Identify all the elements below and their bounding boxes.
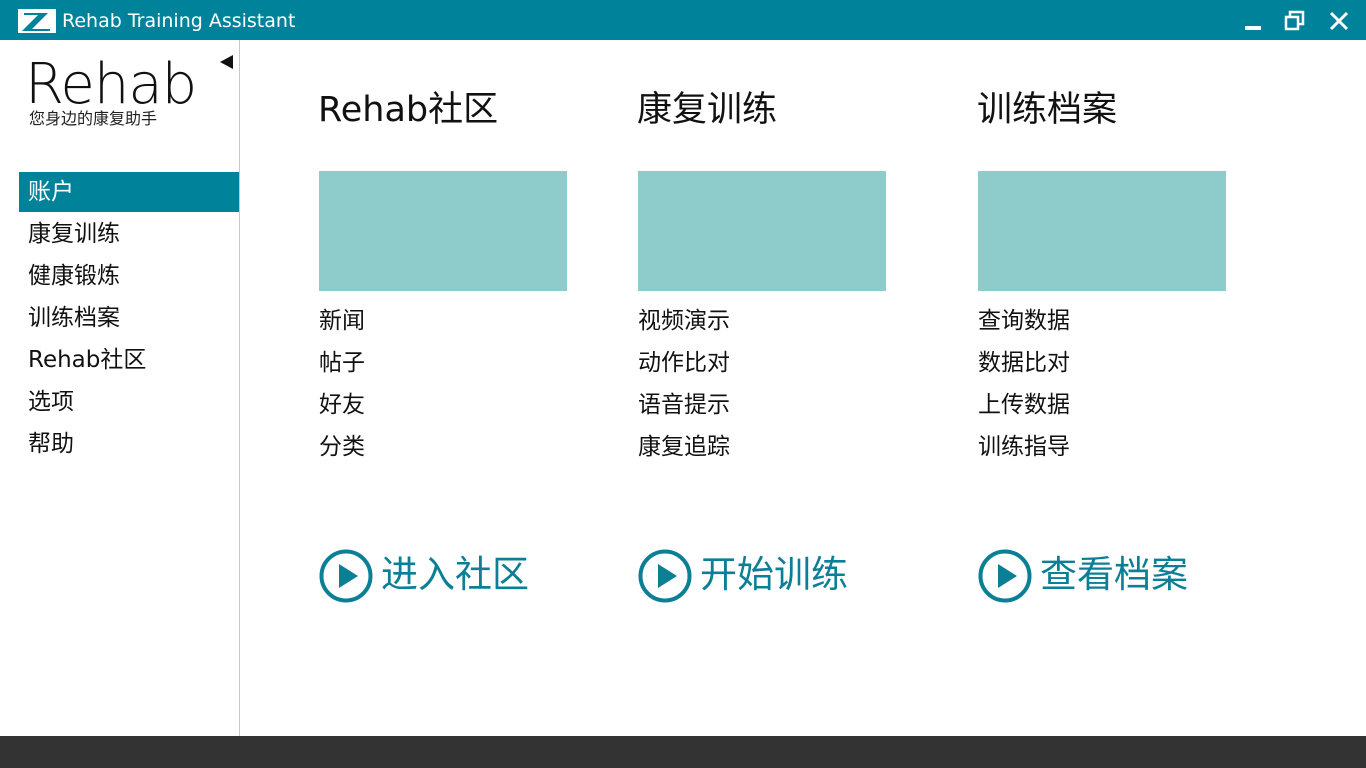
start-training-label: 开始训练 [700, 553, 848, 596]
play-circle-icon [978, 549, 1032, 603]
training-link-motion-compare[interactable]: 动作比对 [638, 344, 730, 386]
records-link-upload-data[interactable]: 上传数据 [978, 386, 1070, 428]
sidebar-item-training-records[interactable]: 训练档案 [19, 298, 239, 338]
training-link-video-demo[interactable]: 视频演示 [638, 302, 730, 344]
records-link-query-data[interactable]: 查询数据 [978, 302, 1070, 344]
records-title: 训练档案 [977, 90, 1118, 130]
sidebar-item-community[interactable]: Rehab社区 [19, 340, 239, 380]
sidebar-item-options[interactable]: 选项 [19, 382, 239, 422]
training-column: 康复训练 视频演示 动作比对 语音提示 康复追踪 开始训练 [637, 40, 937, 720]
community-link-friends[interactable]: 好友 [319, 386, 365, 428]
training-link-voice-prompt[interactable]: 语音提示 [638, 386, 730, 428]
records-column: 训练档案 查询数据 数据比对 上传数据 训练指导 查看档案 [977, 40, 1277, 720]
play-circle-icon [319, 549, 373, 603]
sidebar-item-account[interactable]: 账户 [19, 172, 239, 212]
training-title: 康复训练 [637, 90, 778, 130]
community-links: 新闻 帖子 好友 分类 [319, 302, 365, 470]
minimize-icon[interactable] [1240, 8, 1266, 34]
community-title: Rehab社区 [318, 90, 499, 130]
training-links: 视频演示 动作比对 语音提示 康复追踪 [638, 302, 730, 470]
training-link-tracking[interactable]: 康复追踪 [638, 428, 730, 470]
title-bar: Rehab Training Assistant [0, 0, 1366, 40]
community-link-posts[interactable]: 帖子 [319, 344, 365, 386]
training-tile[interactable] [638, 171, 886, 291]
bottom-bar [0, 736, 1366, 768]
triangle-left-icon[interactable] [218, 54, 234, 70]
app-logo-icon [18, 9, 56, 33]
brand-title: Rehab [25, 52, 197, 117]
sidebar-nav: 账户 康复训练 健康锻炼 训练档案 Rehab社区 选项 帮助 [19, 172, 239, 466]
play-circle-icon [638, 549, 692, 603]
sidebar-item-health-exercise[interactable]: 健康锻炼 [19, 256, 239, 296]
community-link-categories[interactable]: 分类 [319, 428, 365, 470]
sidebar-item-rehab-training[interactable]: 康复训练 [19, 214, 239, 254]
window-title: Rehab Training Assistant [62, 10, 296, 32]
brand-tagline: 您身边的康复助手 [29, 109, 158, 128]
enter-community-label: 进入社区 [381, 553, 529, 596]
restore-icon[interactable] [1282, 8, 1308, 34]
records-links: 查询数据 数据比对 上传数据 训练指导 [978, 302, 1070, 470]
close-icon[interactable] [1326, 8, 1352, 34]
records-tile[interactable] [978, 171, 1226, 291]
records-link-guidance[interactable]: 训练指导 [978, 428, 1070, 470]
sidebar: Rehab 您身边的康复助手 账户 康复训练 健康锻炼 训练档案 Rehab社区… [0, 40, 240, 736]
community-column: Rehab社区 新闻 帖子 好友 分类 进入社区 [318, 40, 618, 720]
sidebar-item-help[interactable]: 帮助 [19, 424, 239, 464]
community-tile[interactable] [319, 171, 567, 291]
records-link-compare-data[interactable]: 数据比对 [978, 344, 1070, 386]
view-records-label: 查看档案 [1040, 553, 1188, 596]
community-link-news[interactable]: 新闻 [319, 302, 365, 344]
